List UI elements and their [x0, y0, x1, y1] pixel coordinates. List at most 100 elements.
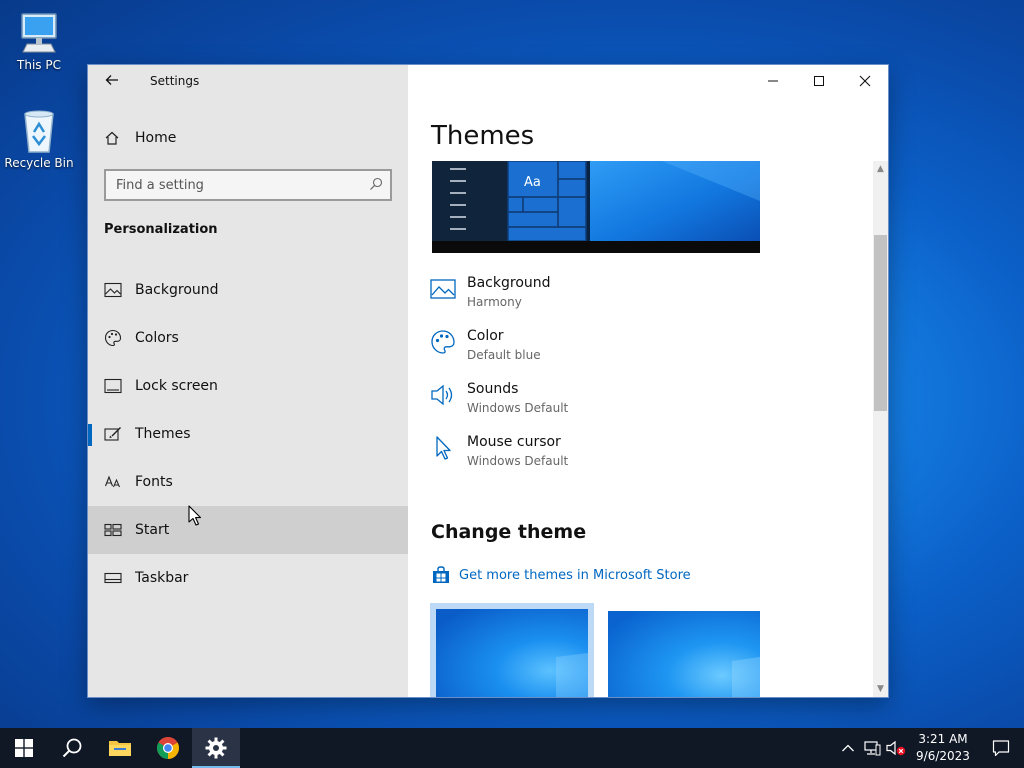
recycle-bin-label: Recycle Bin — [4, 156, 74, 170]
font-icon — [104, 473, 122, 491]
theme-option-selected[interactable] — [430, 603, 594, 697]
taskbar: 3:21 AM 9/6/2023 — [0, 728, 1024, 768]
theme-option[interactable] — [608, 611, 760, 697]
search-taskbar-button[interactable] — [48, 728, 96, 768]
taskbar-icon — [104, 569, 122, 587]
home-nav-item[interactable]: Home — [104, 127, 176, 149]
windows-logo-icon — [15, 739, 33, 757]
maximize-icon — [814, 76, 824, 86]
start-button[interactable] — [0, 728, 48, 768]
content-scrollbar[interactable]: ▲ ▼ — [873, 161, 888, 697]
sidebar-item-colors[interactable]: Colors — [88, 314, 408, 362]
sidebar-item-background[interactable]: Background — [88, 266, 408, 314]
cursor-icon — [436, 436, 451, 460]
this-pc-label: This PC — [17, 58, 61, 72]
back-button[interactable] — [102, 72, 122, 92]
start-layout-icon — [104, 521, 122, 539]
find-setting-search[interactable] — [104, 169, 392, 201]
property-value: Windows Default — [467, 401, 569, 415]
section-label: Personalization — [104, 222, 218, 237]
sidebar-item-start[interactable]: Start — [88, 506, 408, 554]
recycle-bin-icon — [15, 106, 63, 154]
preview-sample-text: Aa — [524, 175, 541, 190]
home-label: Home — [135, 130, 177, 146]
back-arrow-icon — [105, 75, 118, 85]
sounds-property[interactable]: Sounds Windows Default — [430, 380, 568, 433]
chrome-button[interactable] — [144, 728, 192, 768]
theme-preview: Aa — [432, 161, 760, 253]
search-input[interactable] — [106, 171, 390, 199]
brush-icon — [104, 425, 122, 443]
settings-sidebar: Settings Home Personalization Background — [88, 65, 408, 697]
settings-taskbar-button[interactable] — [192, 728, 240, 768]
sidebar-item-taskbar[interactable]: Taskbar — [88, 554, 408, 602]
computer-icon — [15, 8, 63, 56]
sidebar-item-themes[interactable]: Themes — [88, 410, 408, 458]
window-controls — [750, 65, 888, 97]
minimize-button[interactable] — [750, 65, 796, 97]
recycle-bin-desktop-icon[interactable]: Recycle Bin — [1, 106, 77, 170]
action-center-button[interactable] — [978, 728, 1024, 768]
search-icon — [370, 177, 383, 190]
property-label: Sounds — [467, 381, 519, 397]
sidebar-item-label: Taskbar — [135, 570, 189, 586]
title-bar[interactable]: Settings — [88, 65, 408, 99]
color-property[interactable]: Color Default blue — [430, 327, 568, 380]
gear-icon — [205, 737, 227, 759]
microsoft-store-link[interactable]: Get more themes in Microsoft Store — [431, 565, 691, 585]
theme-thumbnail-image — [436, 609, 588, 697]
scroll-thumb[interactable] — [874, 235, 887, 411]
close-icon — [859, 75, 871, 87]
sidebar-item-label: Colors — [135, 330, 179, 346]
clock-date: 9/6/2023 — [916, 749, 970, 763]
scroll-up-icon[interactable]: ▲ — [873, 161, 888, 177]
taskbar-clock[interactable]: 3:21 AM 9/6/2023 — [908, 731, 978, 765]
sidebar-item-label: Lock screen — [135, 378, 218, 394]
network-tray-button[interactable] — [860, 728, 884, 768]
image-icon — [104, 281, 122, 299]
mouse-pointer-icon — [188, 505, 202, 526]
sidebar-item-label: Start — [135, 522, 170, 538]
theme-properties: Background Harmony Color Default blue So… — [430, 274, 568, 486]
background-property[interactable]: Background Harmony — [430, 274, 568, 327]
property-value: Windows Default — [467, 454, 569, 468]
sidebar-item-label: Themes — [135, 426, 191, 442]
folder-icon — [109, 741, 131, 756]
palette-icon — [104, 329, 122, 347]
page-title: Themes — [431, 121, 535, 151]
change-theme-heading: Change theme — [431, 521, 587, 543]
volume-muted-icon — [886, 740, 906, 756]
clock-time: 3:21 AM — [918, 732, 968, 746]
this-pc-desktop-icon[interactable]: This PC — [1, 8, 77, 72]
sidebar-item-fonts[interactable]: Fonts — [88, 458, 408, 506]
system-tray: 3:21 AM 9/6/2023 — [836, 728, 1024, 768]
volume-tray-button[interactable] — [884, 728, 908, 768]
minimize-icon — [768, 80, 778, 82]
close-button[interactable] — [842, 65, 888, 97]
property-label: Mouse cursor — [467, 434, 561, 450]
store-bag-icon — [433, 566, 449, 583]
home-icon — [105, 131, 119, 145]
mouse-cursor-property[interactable]: Mouse cursor Windows Default — [430, 433, 568, 486]
chrome-icon — [157, 737, 179, 759]
speaker-icon — [431, 384, 453, 406]
property-value: Harmony — [467, 295, 522, 309]
palette-icon — [431, 330, 455, 354]
file-explorer-button[interactable] — [96, 728, 144, 768]
property-label: Background — [467, 275, 551, 291]
show-hidden-icons-button[interactable] — [836, 728, 860, 768]
scroll-down-icon[interactable]: ▼ — [873, 681, 888, 697]
store-link-label: Get more themes in Microsoft Store — [459, 567, 691, 583]
lock-screen-icon — [104, 377, 122, 395]
sidebar-item-label: Background — [135, 282, 219, 298]
network-icon — [864, 741, 881, 756]
settings-window: Settings Home Personalization Background — [88, 65, 888, 697]
property-value: Default blue — [467, 348, 541, 362]
sidebar-item-lock-screen[interactable]: Lock screen — [88, 362, 408, 410]
chevron-up-icon — [842, 744, 854, 752]
maximize-button[interactable] — [796, 65, 842, 97]
personalization-nav: Background Colors Lock screen Themes Fon… — [88, 266, 408, 602]
themes-page: Themes Aa Background Harmony Color Defau… — [408, 65, 888, 697]
image-icon — [430, 279, 456, 299]
sidebar-item-label: Fonts — [135, 474, 173, 490]
